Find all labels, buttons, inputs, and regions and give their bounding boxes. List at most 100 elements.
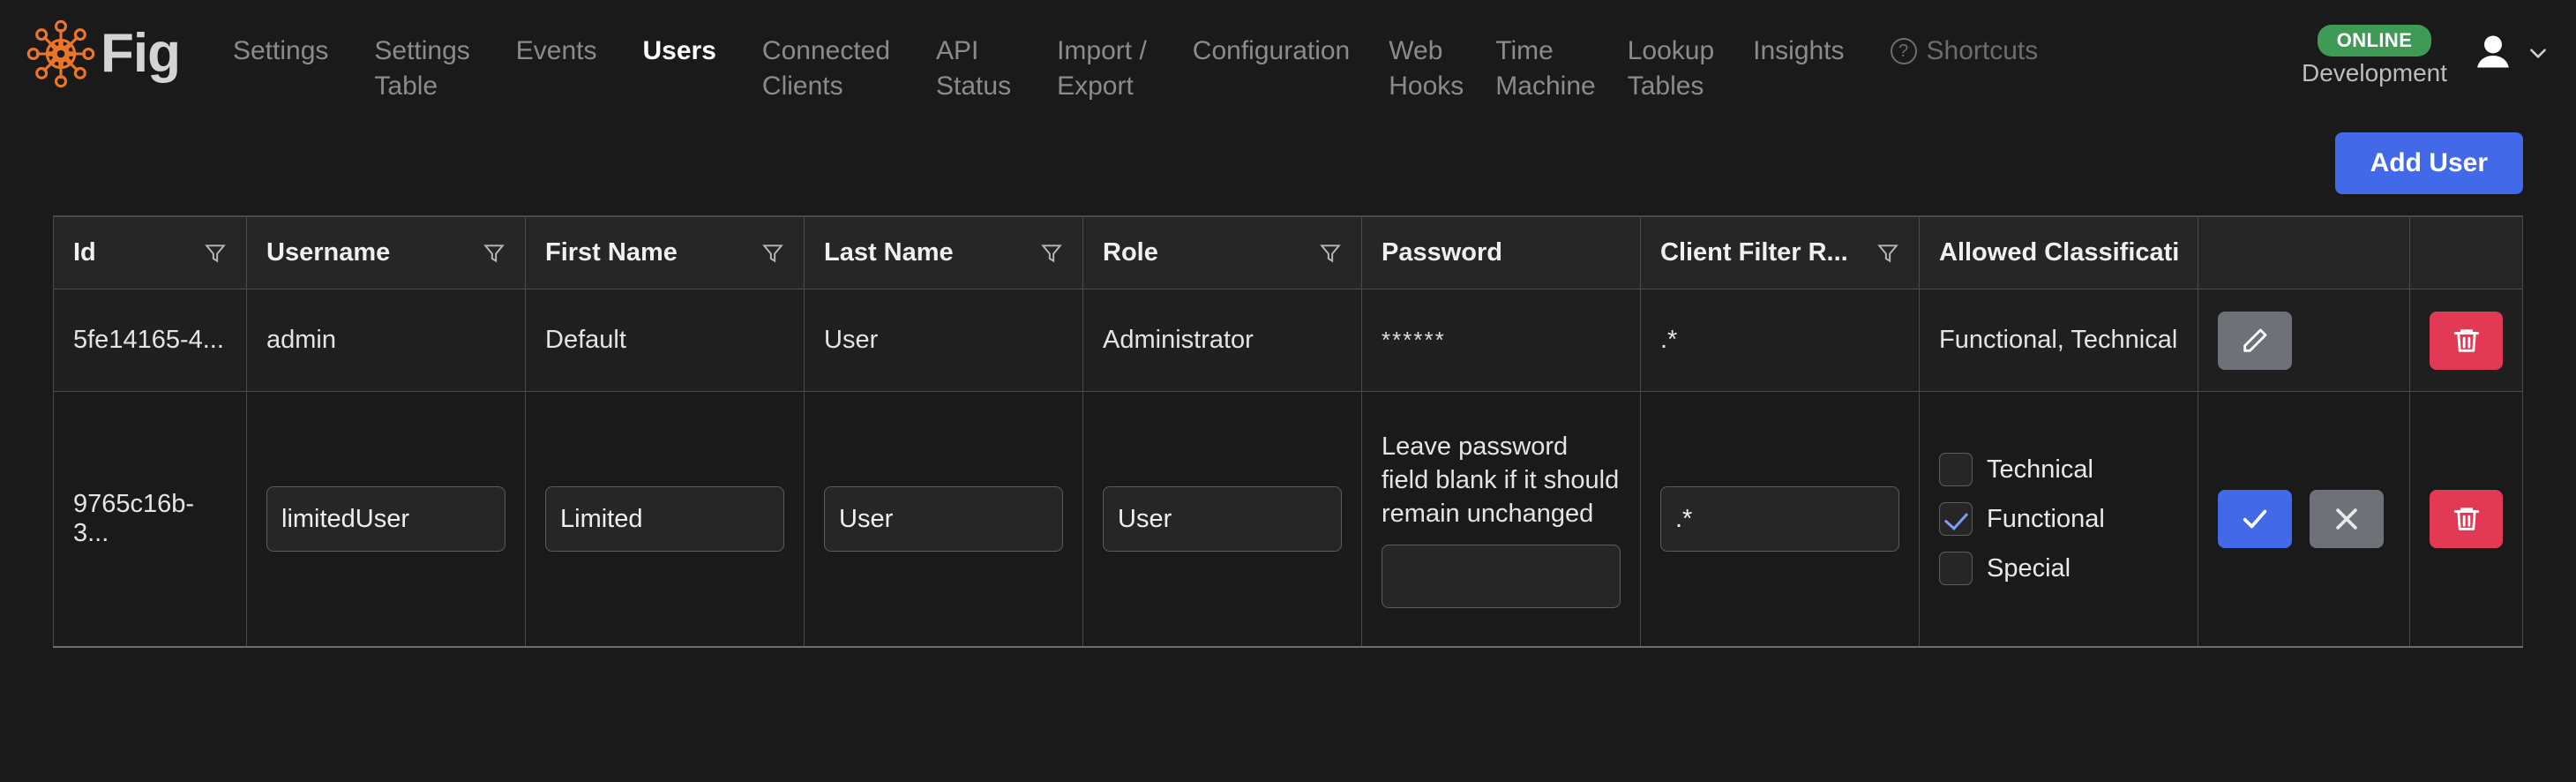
question-circle-icon: ? — [1890, 38, 1917, 64]
column-header-password: Password — [1362, 217, 1641, 289]
column-header-actions-primary — [2198, 217, 2410, 289]
cell-last-name-edit — [805, 392, 1083, 646]
check-icon — [2243, 509, 2267, 529]
cell-client-filter: .* — [1641, 289, 1920, 392]
nav-item-api-status[interactable]: API Status — [913, 34, 1034, 103]
nav-item-events[interactable]: Events — [493, 34, 620, 69]
column-header-last-name-label: Last Name — [824, 238, 954, 267]
nav-item-time-machine[interactable]: Time Machine — [1479, 34, 1611, 103]
table-row[interactable]: 5fe14165-4... admin Default User Adminis… — [53, 289, 2523, 392]
filter-icon-last-name[interactable] — [1040, 242, 1063, 265]
cell-actions-secondary — [2410, 289, 2523, 392]
table-row[interactable]: 9765c16b-3... Leave password field blank… — [53, 392, 2523, 646]
delete-row-button[interactable] — [2430, 311, 2503, 370]
nav-item-settings-table[interactable]: Settings Table — [351, 34, 492, 103]
column-header-password-label: Password — [1382, 238, 1502, 267]
column-header-role-label: Role — [1103, 238, 1158, 267]
header-right-cluster: ONLINE Development — [2302, 19, 2550, 87]
brand-logo[interactable]: Fig — [26, 19, 181, 88]
column-header-role[interactable]: Role — [1083, 217, 1362, 289]
cancel-edit-button[interactable] — [2310, 490, 2384, 548]
column-header-username[interactable]: Username — [247, 217, 526, 289]
nav-item-configuration[interactable]: Configuration — [1170, 34, 1373, 69]
cell-actions-secondary — [2410, 392, 2523, 646]
column-header-last-name[interactable]: Last Name — [805, 217, 1083, 289]
chevron-down-icon — [2530, 49, 2546, 58]
nav-item-settings[interactable]: Settings — [210, 34, 351, 69]
filter-icon-first-name[interactable] — [761, 242, 784, 265]
column-header-username-label: Username — [266, 238, 391, 267]
filter-icon-username[interactable] — [483, 242, 505, 265]
table-header-row: Id Username First Name Last Name Role Pa… — [53, 217, 2523, 289]
nav-item-import-export[interactable]: Import / Export — [1034, 34, 1170, 103]
checkbox-special[interactable] — [1939, 552, 1973, 585]
column-header-client-filter[interactable]: Client Filter R... — [1641, 217, 1920, 289]
cell-last-name: User — [805, 289, 1083, 392]
nav-item-users[interactable]: Users — [620, 34, 739, 69]
password-hint-text: Leave password field blank if it should … — [1382, 432, 1620, 529]
role-input[interactable] — [1103, 486, 1342, 552]
confirm-edit-button[interactable] — [2218, 490, 2292, 548]
delete-row-button[interactable] — [2430, 490, 2503, 548]
nav-item-web-hooks[interactable]: Web Hooks — [1373, 34, 1479, 103]
pencil-icon — [2243, 328, 2267, 352]
cell-allowed-classifications-edit: Technical Functional Special — [1920, 392, 2198, 646]
close-x-icon — [2336, 508, 2357, 530]
first-name-input[interactable] — [545, 486, 784, 552]
cell-actions-primary — [2198, 289, 2410, 392]
users-table: Id Username First Name Last Name Role Pa… — [53, 215, 2523, 648]
add-user-button[interactable]: Add User — [2334, 132, 2523, 194]
classification-option-special[interactable]: Special — [1939, 552, 2178, 585]
column-header-id[interactable]: Id — [53, 217, 247, 289]
cell-username: admin — [247, 289, 526, 392]
fig-atom-gear-logo-icon — [26, 19, 95, 88]
nav-item-shortcuts-label: Shortcuts — [1926, 36, 2039, 65]
main-navigation: Settings Settings Table Events Users Con… — [210, 19, 2302, 103]
column-header-actions-secondary — [2410, 217, 2523, 289]
username-input[interactable] — [266, 486, 505, 552]
cell-first-name: Default — [526, 289, 805, 392]
column-header-first-name[interactable]: First Name — [526, 217, 805, 289]
column-header-first-name-label: First Name — [545, 238, 678, 267]
filter-icon-role[interactable] — [1319, 242, 1342, 265]
nav-item-insights[interactable]: Insights — [1730, 34, 1867, 69]
users-toolbar: Add User — [53, 115, 2523, 215]
edit-row-button[interactable] — [2218, 311, 2292, 370]
cell-actions-primary — [2198, 392, 2410, 646]
column-header-id-label: Id — [73, 238, 96, 267]
cell-client-filter-edit — [1641, 392, 1920, 646]
status-badge: ONLINE — [2317, 25, 2432, 56]
main-content: Add User Id Username First Name Last Nam… — [0, 115, 2576, 648]
trash-icon — [2453, 328, 2479, 352]
column-header-allowed-classifications: Allowed Classificati... — [1920, 217, 2198, 289]
column-header-client-filter-label: Client Filter R... — [1660, 238, 1848, 267]
nav-item-shortcuts[interactable]: ? Shortcuts — [1868, 34, 2062, 69]
cell-id: 5fe14165-4... — [53, 289, 247, 392]
user-avatar-icon — [2477, 35, 2509, 68]
cell-username-edit — [247, 392, 526, 646]
last-name-input[interactable] — [824, 486, 1063, 552]
column-header-allowed-classifications-label: Allowed Classificati... — [1939, 238, 2178, 267]
password-input[interactable] — [1382, 545, 1621, 609]
classification-option-technical[interactable]: Technical — [1939, 453, 2178, 486]
checkbox-functional[interactable] — [1939, 502, 1973, 536]
account-menu[interactable] — [2470, 25, 2550, 76]
password-mask: ****** — [1382, 327, 1446, 353]
classification-option-functional[interactable]: Functional — [1939, 502, 2178, 536]
nav-item-connected-clients[interactable]: Connected Clients — [739, 34, 913, 103]
nav-item-lookup-tables[interactable]: Lookup Tables — [1612, 34, 1730, 103]
cell-password: ****** — [1362, 289, 1641, 392]
checkbox-functional-label: Functional — [1987, 504, 2105, 533]
filter-icon-id[interactable] — [204, 242, 227, 265]
app-header: Fig Settings Settings Table Events Users… — [0, 0, 2576, 115]
filter-icon-client-filter[interactable] — [1876, 242, 1899, 265]
cell-id: 9765c16b-3... — [53, 392, 247, 646]
cell-role: Administrator — [1083, 289, 1362, 392]
environment-indicator[interactable]: ONLINE Development — [2302, 25, 2447, 87]
client-filter-input[interactable] — [1660, 486, 1899, 552]
trash-icon — [2453, 508, 2479, 530]
cell-role-edit — [1083, 392, 1362, 646]
cell-first-name-edit — [526, 392, 805, 646]
checkbox-technical[interactable] — [1939, 453, 1973, 486]
brand-name: Fig — [101, 23, 181, 84]
